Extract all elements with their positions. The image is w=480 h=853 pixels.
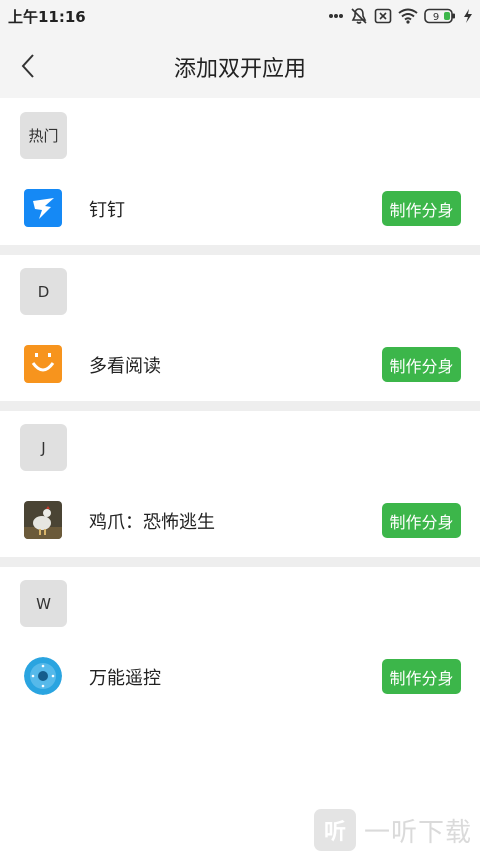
duokan-icon <box>24 345 62 383</box>
divider <box>0 401 480 411</box>
divider <box>0 245 480 255</box>
section-letter-badge: W <box>20 580 67 627</box>
wifi-icon <box>398 8 418 24</box>
app-name: 鸡爪：恐怖逃生 <box>89 512 215 533</box>
section-letter-badge: D <box>20 268 67 315</box>
section-j: J 鸡爪：恐怖逃生 制作分身 <box>0 411 480 557</box>
status-icons: 9 <box>328 6 474 26</box>
status-bar: 上午11:16 9 <box>0 0 480 32</box>
make-clone-button[interactable]: 制作分身 <box>382 347 461 382</box>
remote-control-icon <box>24 657 62 695</box>
dingtalk-icon <box>24 189 62 227</box>
app-row-dingtalk: 钉钉 制作分身 <box>0 178 480 238</box>
make-clone-button[interactable]: 制作分身 <box>382 191 461 226</box>
chicken-game-icon <box>24 501 62 539</box>
more-dots-icon <box>329 14 343 18</box>
app-row-duokan: 多看阅读 制作分身 <box>0 334 480 394</box>
battery-icon: 9 <box>424 8 455 24</box>
svg-text:9: 9 <box>433 12 439 23</box>
charging-icon <box>464 9 472 23</box>
divider <box>0 557 480 567</box>
header: 添加双开应用 <box>0 32 480 98</box>
section-w: W 万能遥控 制作分身 <box>0 567 480 713</box>
section-d: D 多看阅读 制作分身 <box>0 255 480 401</box>
app-name: 钉钉 <box>89 200 125 221</box>
no-sim-icon <box>374 8 392 24</box>
watermark-text: 一听下载 <box>363 817 472 848</box>
app-row-chicken-game: 鸡爪：恐怖逃生 制作分身 <box>0 490 480 550</box>
make-clone-button[interactable]: 制作分身 <box>382 503 461 538</box>
make-clone-button[interactable]: 制作分身 <box>382 659 461 694</box>
watermark: 听 一听下载 <box>313 807 472 853</box>
section-letter-badge: J <box>20 424 67 471</box>
app-name: 多看阅读 <box>89 356 161 377</box>
section-hot: 热门 钉钉 制作分身 <box>0 98 480 245</box>
page-title: 添加双开应用 <box>173 57 306 82</box>
watermark-logo: 听 <box>313 809 356 851</box>
status-time: 上午11:16 <box>8 8 86 26</box>
app-row-remote: 万能遥控 制作分身 <box>0 646 480 706</box>
section-letter-badge: 热门 <box>20 112 67 159</box>
bell-muted-icon <box>351 8 367 24</box>
app-name: 万能遥控 <box>89 668 161 689</box>
